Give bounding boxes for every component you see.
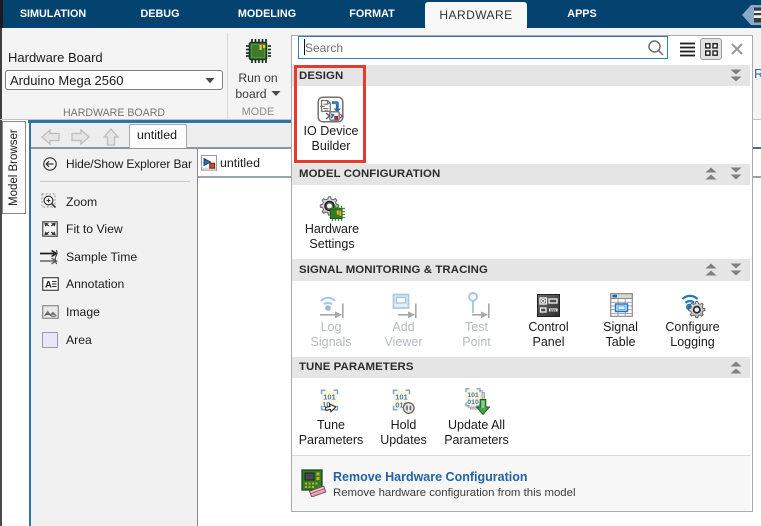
svg-text:010: 010 bbox=[467, 399, 479, 406]
svg-text:A: A bbox=[45, 280, 52, 291]
svg-text:101: 101 bbox=[467, 392, 479, 399]
